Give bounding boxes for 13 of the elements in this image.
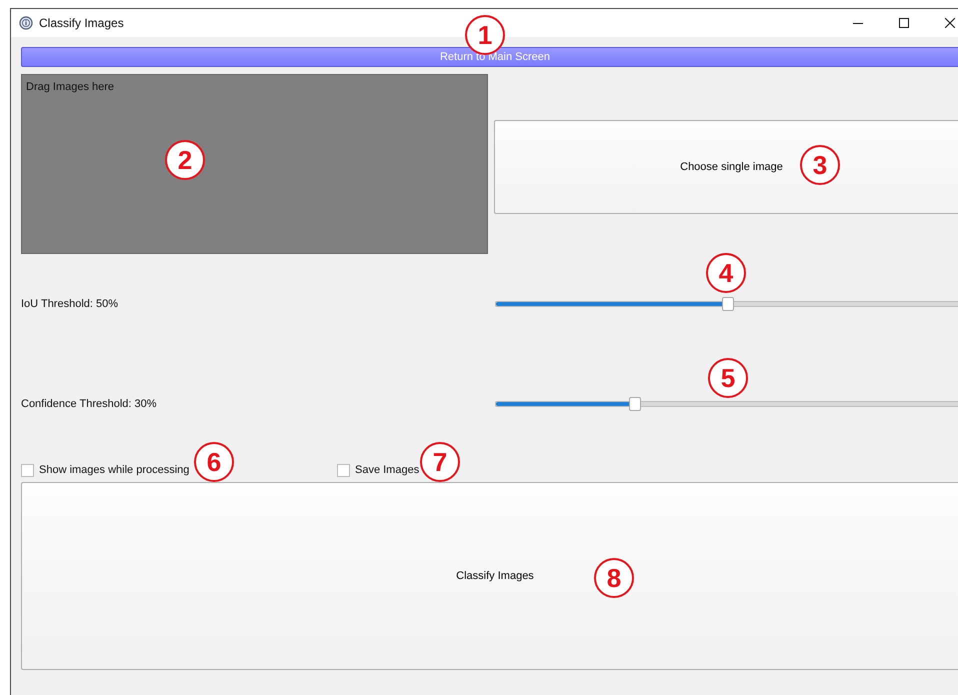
window-title: Classify Images — [39, 16, 124, 30]
slider-handle[interactable] — [722, 297, 734, 311]
close-icon[interactable] — [945, 18, 955, 28]
checkbox[interactable] — [337, 464, 350, 476]
info-icon — [19, 16, 33, 30]
checkbox-label: Save Images — [355, 464, 420, 476]
slider-handle[interactable] — [629, 397, 642, 411]
maximize-icon[interactable] — [899, 18, 909, 28]
slider-label: Confidence Threshold: 30% — [21, 398, 158, 410]
checkbox-label: Show images while processing — [39, 464, 190, 476]
drop-area-label: Drag Images here — [26, 81, 114, 93]
slider-label: IoU Threshold: 50% — [21, 298, 120, 310]
checkbox[interactable] — [21, 464, 34, 476]
